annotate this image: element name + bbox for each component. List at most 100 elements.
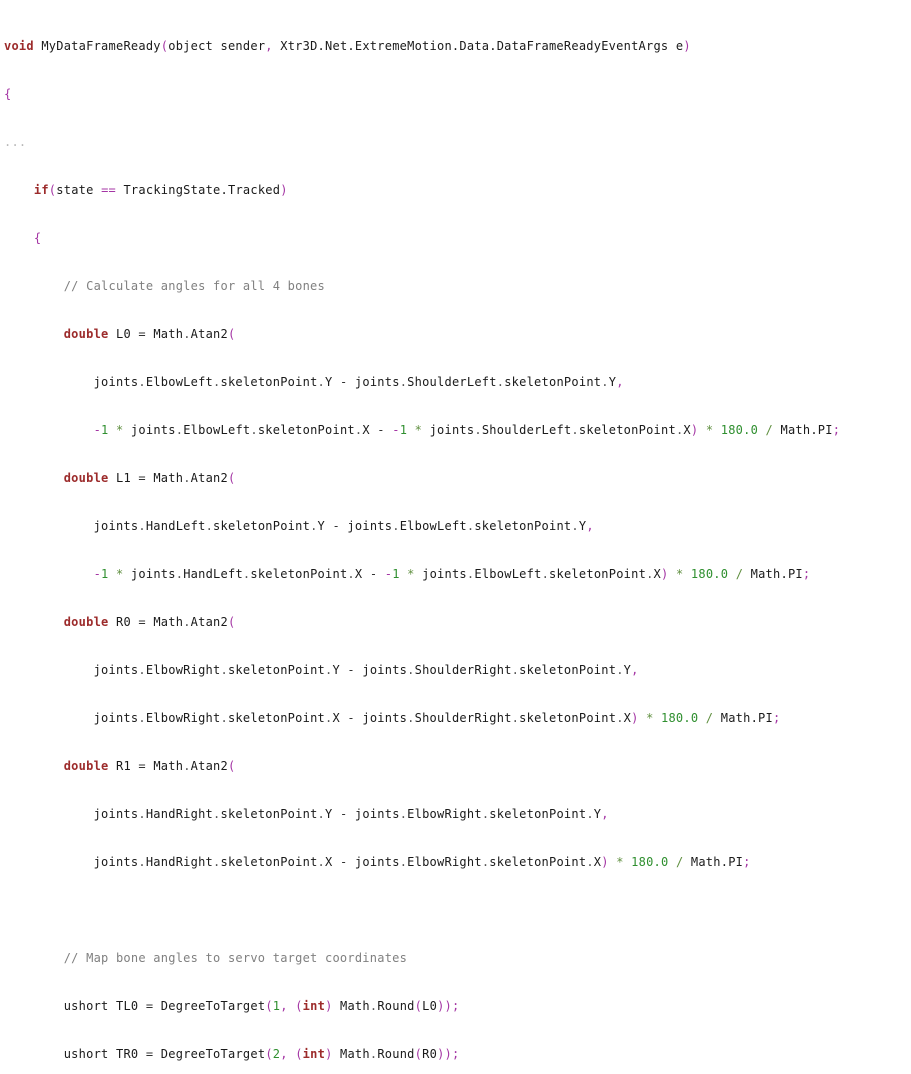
paren-open: (: [414, 999, 423, 1013]
code-line: {: [4, 230, 911, 246]
joint-expr: joints.HandLeft.skeletonPoint.X: [130, 567, 363, 581]
multiply-operator: *: [407, 567, 415, 581]
paren-close: ): [601, 855, 609, 869]
constant-math-pi: Math.PI: [720, 711, 773, 725]
comment-map-bone-angles: // Map bone angles to servo target coord…: [63, 951, 408, 965]
semicolon: ;: [802, 567, 811, 581]
code-line: // Calculate angles for all 4 bones: [4, 278, 911, 294]
angle-var-r0: R0: [115, 615, 131, 629]
joint-expr: joints.ElbowRight.skeletonPoint.X: [354, 855, 602, 869]
code-line: joints.ElbowLeft.skeletonPoint.Y - joint…: [93, 375, 624, 389]
code-line: -1 * joints.HandLeft.skeletonPoint.X - -…: [93, 567, 811, 581]
divide-operator: /: [675, 855, 684, 869]
target-var-tr0: TR0: [115, 1047, 139, 1061]
paren-open: (: [295, 999, 303, 1013]
divide-operator: /: [735, 567, 744, 581]
multiply-operator: *: [675, 567, 684, 581]
code-line: joints.HandLeft.skeletonPoint.Y - joints…: [93, 519, 594, 533]
joint-expr: joints.ElbowLeft.skeletonPoint.X: [422, 567, 662, 581]
keyword-double: double: [63, 327, 109, 341]
literal-one: 1: [399, 423, 408, 437]
joint-expr: joints.ElbowLeft.skeletonPoint.Y: [93, 375, 333, 389]
multiply-operator: *: [115, 423, 124, 437]
joint-expr: joints.ShoulderLeft.skeletonPoint.X: [429, 423, 691, 437]
paren-open: (: [227, 759, 236, 773]
constant-180: 180.0: [690, 567, 729, 581]
literal-one: 1: [101, 567, 109, 581]
math-atan2-call: Math.Atan2: [153, 615, 228, 629]
paren-open: (: [414, 1047, 423, 1061]
assign-operator: =: [138, 615, 146, 629]
assign-operator: =: [145, 1047, 154, 1061]
code-line: double L0 = Math.Atan2(: [4, 326, 911, 342]
code-line: double L1 = Math.Atan2(: [4, 470, 911, 486]
state-enum-value: TrackingState.Tracked: [123, 183, 281, 197]
math-round-call: Math.Round: [340, 999, 415, 1013]
brace-open-method: {: [4, 87, 12, 101]
paren-open: (: [227, 327, 236, 341]
paren-close: )): [437, 1047, 452, 1061]
code-listing[interactable]: void MyDataFrameReady (object sender, Xtr…: [0, 0, 911, 1074]
comma: ,: [586, 519, 594, 533]
multiply-operator: *: [616, 855, 624, 869]
keyword-void: void: [4, 39, 34, 53]
param-name-sender: sender: [220, 39, 266, 53]
brace-open-if: {: [33, 231, 42, 245]
paren-open: (: [227, 471, 236, 485]
comma: ,: [631, 663, 639, 677]
comma: ,: [616, 375, 624, 389]
multiply-operator: *: [705, 423, 714, 437]
code-line: joints.HandRight.skeletonPoint.X - joint…: [93, 855, 751, 869]
code-line: ...: [4, 134, 911, 150]
paren-open: (: [265, 999, 273, 1013]
unary-minus: -: [93, 423, 102, 437]
assign-operator: =: [138, 327, 146, 341]
joint-expr: joints.ElbowRight.skeletonPoint.Y: [93, 663, 340, 677]
code-line: {: [4, 86, 911, 102]
semicolon: ;: [773, 711, 781, 725]
paren-close: ): [325, 1047, 333, 1061]
code-line: if(state == TrackingState.Tracked): [4, 182, 911, 198]
joint-expr: joints.ElbowLeft.skeletonPoint.Y: [347, 519, 587, 533]
code-line: void MyDataFrameReady(object sender, Xtr…: [4, 38, 911, 54]
elision-marker-top: ...: [4, 135, 27, 149]
multiply-operator: *: [414, 423, 423, 437]
math-round-call: Math.Round: [340, 1047, 415, 1061]
assign-operator: =: [138, 471, 146, 485]
comma: ,: [601, 807, 609, 821]
paren-close: ): [690, 423, 699, 437]
semicolon: ;: [832, 423, 841, 437]
constant-math-pi: Math.PI: [780, 423, 833, 437]
keyword-double: double: [63, 759, 109, 773]
code-line: // Map bone angles to servo target coord…: [4, 950, 911, 966]
keyword-int-cast: int: [302, 1047, 326, 1061]
code-line: double R1 = Math.Atan2(: [4, 758, 911, 774]
joint-expr: joints.ShoulderRight.skeletonPoint.X: [362, 711, 632, 725]
comma: ,: [265, 39, 273, 53]
joint-expr: joints.ElbowLeft.skeletonPoint.X: [130, 423, 370, 437]
paren-open: (: [227, 615, 236, 629]
equality-operator: ==: [101, 183, 116, 197]
code-line: joints.HandRight.skeletonPoint.Y - joint…: [93, 807, 609, 821]
comma: ,: [280, 999, 288, 1013]
degree-to-target-call: DegreeToTarget: [160, 1047, 266, 1061]
type-ushort: ushort: [63, 1047, 109, 1061]
paren-close: ): [661, 567, 669, 581]
math-atan2-call: Math.Atan2: [153, 759, 228, 773]
servo-channel: 1: [272, 999, 281, 1013]
paren-close: )): [437, 999, 452, 1013]
state-variable: state: [56, 183, 94, 197]
assign-operator: =: [138, 759, 146, 773]
code-line: ushort TR0 = DegreeToTarget(2, (int) Mat…: [4, 1046, 911, 1062]
literal-one: 1: [101, 423, 109, 437]
constant-math-pi: Math.PI: [690, 855, 744, 869]
divide-operator: /: [765, 423, 774, 437]
target-var-tl0: TL0: [115, 999, 139, 1013]
code-line: joints.ElbowRight.skeletonPoint.Y - join…: [93, 663, 639, 677]
keyword-double: double: [63, 615, 109, 629]
paren-close: ): [325, 999, 333, 1013]
constant-180: 180.0: [661, 711, 699, 725]
joint-expr: joints.ShoulderLeft.skeletonPoint.Y: [354, 375, 617, 389]
code-line: -1 * joints.ElbowLeft.skeletonPoint.X - …: [93, 423, 841, 437]
